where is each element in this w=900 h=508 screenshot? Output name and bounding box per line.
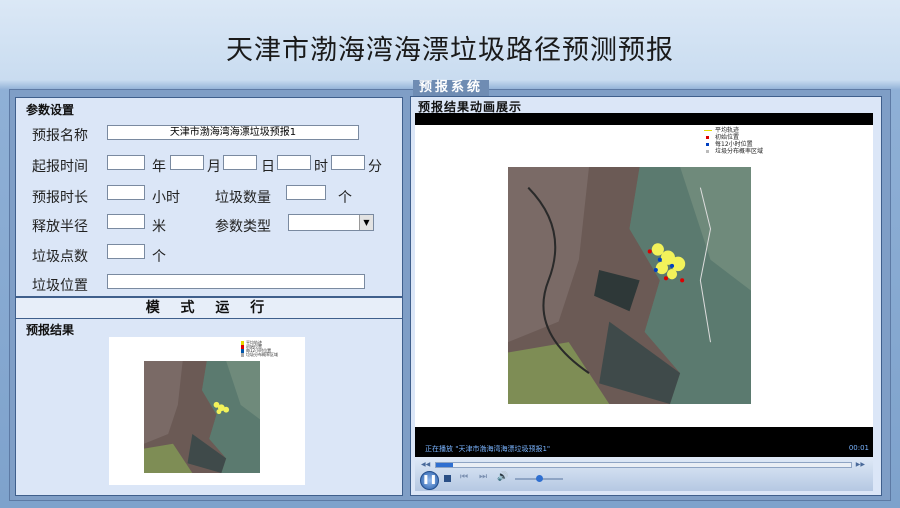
page-title: 天津市渤海湾海漂垃圾路径预测预报 <box>226 35 674 66</box>
volume-knob[interactable] <box>536 475 543 482</box>
hour-input[interactable] <box>277 155 311 170</box>
garbage-count-input[interactable] <box>286 185 326 200</box>
legend-label: 初始位置 <box>715 134 740 141</box>
points-label: 垃圾点数 <box>32 249 88 265</box>
volume-icon[interactable]: 🔊 <box>497 472 508 482</box>
playback-time: 00:01 <box>848 444 869 452</box>
stop-button[interactable] <box>444 475 451 482</box>
legend-item-area: 垃圾分布概率区域 <box>703 148 785 155</box>
run-model-button[interactable]: 模 式 运 行 <box>15 297 403 319</box>
radius-input[interactable] <box>107 214 145 229</box>
seek-bar[interactable] <box>435 462 852 468</box>
position-input[interactable] <box>107 274 365 289</box>
duration-input[interactable] <box>107 185 145 200</box>
rewind-small-icon[interactable]: ◀◀ <box>421 461 430 468</box>
day-label: 日 <box>261 159 275 175</box>
thumb-satellite-map <box>144 361 260 473</box>
legend-item-init: 初始位置 <box>703 134 785 141</box>
seek-fill <box>436 463 453 467</box>
legend-label: 每12小时位置 <box>715 141 753 148</box>
minute-input[interactable] <box>331 155 365 170</box>
pause-button[interactable]: ❚❚ <box>420 471 439 490</box>
result-title: 预报结果 <box>26 323 75 337</box>
radius-unit: 米 <box>152 219 166 235</box>
position-label: 垃圾位置 <box>32 278 88 294</box>
legend: 平均轨迹 初始位置 每12小时位置 垃圾分布概率区域 <box>703 127 785 161</box>
legend-item-12h: 每12小时位置 <box>703 141 785 148</box>
next-icon[interactable]: ⏭ <box>479 472 487 482</box>
duration-unit: 小时 <box>152 190 180 206</box>
animation-panel: 预报结果动画展示 平均轨迹 初始位置 每12小时位置 垃圾分布概率区域 正在播放… <box>410 96 882 496</box>
forecast-name-input[interactable]: 天津市渤海湾海漂垃圾预报1 <box>107 125 359 140</box>
forward-small-icon[interactable]: ▶▶ <box>856 461 865 468</box>
garbage-count-label: 垃圾数量 <box>215 190 271 206</box>
param-type-label: 参数类型 <box>215 219 271 235</box>
legend-item-avg: 平均轨迹 <box>703 127 785 134</box>
legend-label: 平均轨迹 <box>715 127 740 134</box>
day-input[interactable] <box>223 155 257 170</box>
radius-label: 释放半径 <box>32 219 88 235</box>
thumb-legend: 平均轨迹 初始位置 每12小时位置 垃圾分布概率区域 <box>241 341 279 359</box>
thumb-legend-item: 垃圾分布概率区域 <box>241 353 279 357</box>
volume-slider[interactable] <box>515 475 563 482</box>
legend-label: 垃圾分布概率区域 <box>715 148 764 155</box>
year-label: 年 <box>152 159 166 175</box>
forecast-name-label: 预报名称 <box>32 128 88 144</box>
player-controls: ◀◀ ▶▶ ❚❚ ⏮ ⏭ 🔊 <box>415 457 873 491</box>
previous-icon[interactable]: ⏮ <box>460 472 468 482</box>
video-frame: 平均轨迹 初始位置 每12小时位置 垃圾分布概率区域 <box>415 125 873 427</box>
video-player[interactable]: 平均轨迹 初始位置 每12小时位置 垃圾分布概率区域 正在播放 "天津市渤海湾海… <box>415 113 873 478</box>
param-type-select[interactable]: ▼ <box>288 214 374 231</box>
result-panel: 预报结果 平均轨迹 初始位置 每12小时位置 垃圾分布概率区域 <box>15 318 403 496</box>
year-input[interactable] <box>107 155 145 170</box>
result-thumbnail: 平均轨迹 初始位置 每12小时位置 垃圾分布概率区域 <box>109 337 305 485</box>
duration-label: 预报时长 <box>32 190 88 206</box>
points-input[interactable] <box>107 244 145 259</box>
minute-label: 分 <box>368 159 382 175</box>
system-label: 预报系统 <box>413 80 489 96</box>
params-panel: 参数设置 预报名称 天津市渤海湾海漂垃圾预报1 起报时间 年 月 日 时 分 预… <box>15 97 403 297</box>
month-input[interactable] <box>170 155 204 170</box>
playback-status: 正在播放 "天津市渤海湾海漂垃圾预报1" <box>425 445 551 453</box>
start-time-label: 起报时间 <box>32 159 88 175</box>
params-title: 参数设置 <box>26 103 75 117</box>
satellite-map <box>508 167 751 404</box>
points-unit: 个 <box>152 249 166 265</box>
month-label: 月 <box>207 159 221 175</box>
count-unit: 个 <box>338 190 352 206</box>
chevron-down-icon[interactable]: ▼ <box>359 215 373 230</box>
hour-label: 时 <box>314 159 328 175</box>
